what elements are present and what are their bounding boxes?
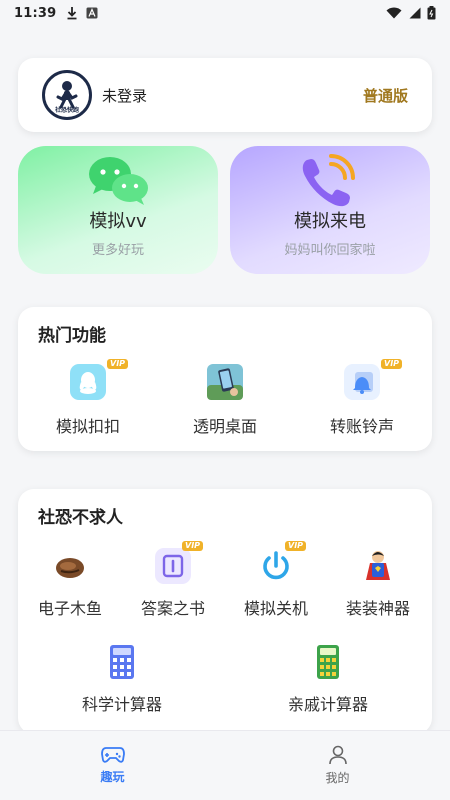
hot-item-simulate-qq[interactable]: VIP 模拟扣扣 <box>28 359 148 437</box>
tool-fake-shutdown[interactable]: VIP 模拟关机 <box>226 541 326 619</box>
person-icon <box>328 745 347 765</box>
vip-badge: VIP <box>285 541 307 551</box>
tool-scientific-calculator[interactable]: 科学计算器 <box>72 643 172 715</box>
section-title: 社恐不求人 <box>38 508 123 528</box>
wechat-icon <box>89 157 148 205</box>
feature-title: 模拟vv <box>89 211 147 232</box>
wooden-fish-icon <box>56 558 84 578</box>
avatar[interactable]: 社恐快跑 <box>42 70 92 120</box>
wifi-icon <box>386 7 402 19</box>
tool-wooden-fish[interactable]: 电子木鱼 <box>20 547 120 619</box>
feature-simulate-vv[interactable]: 模拟vv 更多好玩 <box>18 146 218 274</box>
nav-tab-mine[interactable]: 我的 <box>225 731 450 800</box>
feature-subtitle: 妈妈叫你回家啦 <box>284 243 376 258</box>
feature-simulate-call[interactable]: 模拟来电 妈妈叫你回家啦 <box>230 146 430 274</box>
tool-label: 装装神器 <box>345 599 410 618</box>
bottom-nav: 趣玩 我的 <box>0 730 450 800</box>
membership-level[interactable]: 普通版 <box>363 85 408 106</box>
tool-label: 亲戚计算器 <box>287 695 368 714</box>
tool-label: 科学计算器 <box>81 695 162 714</box>
feature-title: 模拟来电 <box>294 211 366 232</box>
social-tools-card: 社恐不求人 电子木鱼 VIP 答案之书 VIP 模拟关机 装装神器 科学计算器 … <box>18 489 432 734</box>
login-status[interactable]: 未登录 <box>102 85 147 106</box>
gamepad-icon <box>100 747 125 763</box>
status-time: 11:39 <box>14 5 57 21</box>
battery-icon <box>427 6 436 20</box>
user-card[interactable]: 社恐快跑 未登录 普通版 <box>18 58 432 132</box>
nav-label: 我的 <box>325 771 350 785</box>
vip-badge: VIP <box>182 541 204 551</box>
superhero-icon <box>366 551 390 580</box>
power-icon <box>263 551 289 580</box>
notification-a-icon <box>86 7 98 19</box>
section-title: 热门功能 <box>38 326 106 346</box>
calculator-icon <box>110 645 134 679</box>
tool-label: 答案之书 <box>140 599 205 618</box>
tool-pretend-gadget[interactable]: 装装神器 <box>328 547 428 619</box>
nav-label: 趣玩 <box>100 770 125 784</box>
hot-item-label: 模拟扣扣 <box>55 417 120 436</box>
signal-icon <box>409 7 421 19</box>
hot-item-label: 透明桌面 <box>192 417 257 436</box>
feature-subtitle: 更多好玩 <box>91 243 144 258</box>
hot-item-transfer-ringtone[interactable]: VIP 转账铃声 <box>302 359 422 437</box>
tool-label: 模拟关机 <box>243 599 308 618</box>
qq-icon <box>70 364 106 400</box>
tool-answer-book[interactable]: VIP 答案之书 <box>123 541 223 619</box>
tool-label: 电子木鱼 <box>37 599 102 618</box>
tool-relative-calculator[interactable]: 亲戚计算器 <box>278 643 378 715</box>
book-icon <box>155 548 191 584</box>
transparent-desktop-icon <box>207 364 243 400</box>
relative-calculator-icon <box>317 645 339 679</box>
status-bar: 11:39 <box>0 0 450 26</box>
hot-functions-card: 热门功能 VIP 模拟扣扣 透明桌面 VIP 转账铃声 <box>18 307 432 451</box>
avatar-logo-text: 社恐快跑 <box>54 107 79 114</box>
hot-item-transparent-desktop[interactable]: 透明桌面 <box>165 363 285 437</box>
nav-tab-fun[interactable]: 趣玩 <box>0 731 225 800</box>
phone-call-icon <box>302 154 355 207</box>
vip-badge: VIP <box>107 359 129 369</box>
vip-badge: VIP <box>381 359 403 369</box>
download-icon <box>67 7 77 20</box>
hot-item-label: 转账铃声 <box>329 417 394 436</box>
bell-icon <box>344 364 380 400</box>
